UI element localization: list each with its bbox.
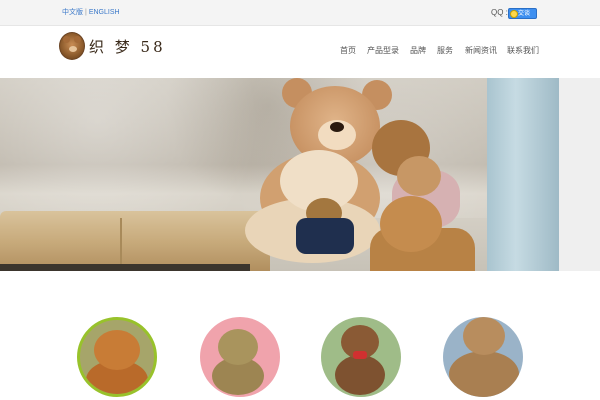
language-switcher: 中文版 | ENGLISH <box>62 7 120 17</box>
lang-chinese-link[interactable]: 中文版 <box>62 9 83 16</box>
product-bear-4[interactable] <box>443 317 523 397</box>
logo-text[interactable]: 织 梦 58 <box>89 36 166 57</box>
product-bear-1[interactable] <box>77 317 157 397</box>
nav-item-service[interactable]: 服务 <box>437 45 453 56</box>
nav-item-contact[interactable]: 联系我们 <box>507 45 539 56</box>
product-bear-3[interactable] <box>321 317 401 397</box>
nav-item-home[interactable]: 首页 <box>340 45 356 56</box>
nav-item-catalog[interactable]: 产品型录 <box>367 45 399 56</box>
logo-bear-icon[interactable] <box>59 32 85 60</box>
qq-penguin-icon <box>510 10 518 18</box>
qq-chat-button[interactable]: 交谈 <box>508 8 537 19</box>
lang-separator: | <box>85 9 87 16</box>
hero-banner[interactable] <box>0 78 600 271</box>
top-bar: 中文版 | ENGLISH QQ : 交谈 <box>0 0 600 26</box>
lang-english-link[interactable]: ENGLISH <box>89 9 120 16</box>
nav-item-news[interactable]: 新闻资讯 <box>465 45 497 56</box>
header: 织 梦 58 首页 产品型录 品牌 服务 新闻资讯 联系我们 <box>0 26 600 78</box>
product-section <box>0 271 600 400</box>
qq-label: QQ : <box>491 8 508 17</box>
banner-sofa <box>0 211 270 271</box>
page: 中文版 | ENGLISH QQ : 交谈 织 梦 58 首页 产品型录 品牌 服务… <box>0 0 600 400</box>
product-bear-2[interactable] <box>200 317 280 397</box>
red-bow <box>353 351 367 359</box>
banner-next-slide-edge <box>487 78 559 271</box>
nav-item-brand[interactable]: 品牌 <box>410 45 426 56</box>
qq-chat-button-label: 交谈 <box>518 11 531 17</box>
